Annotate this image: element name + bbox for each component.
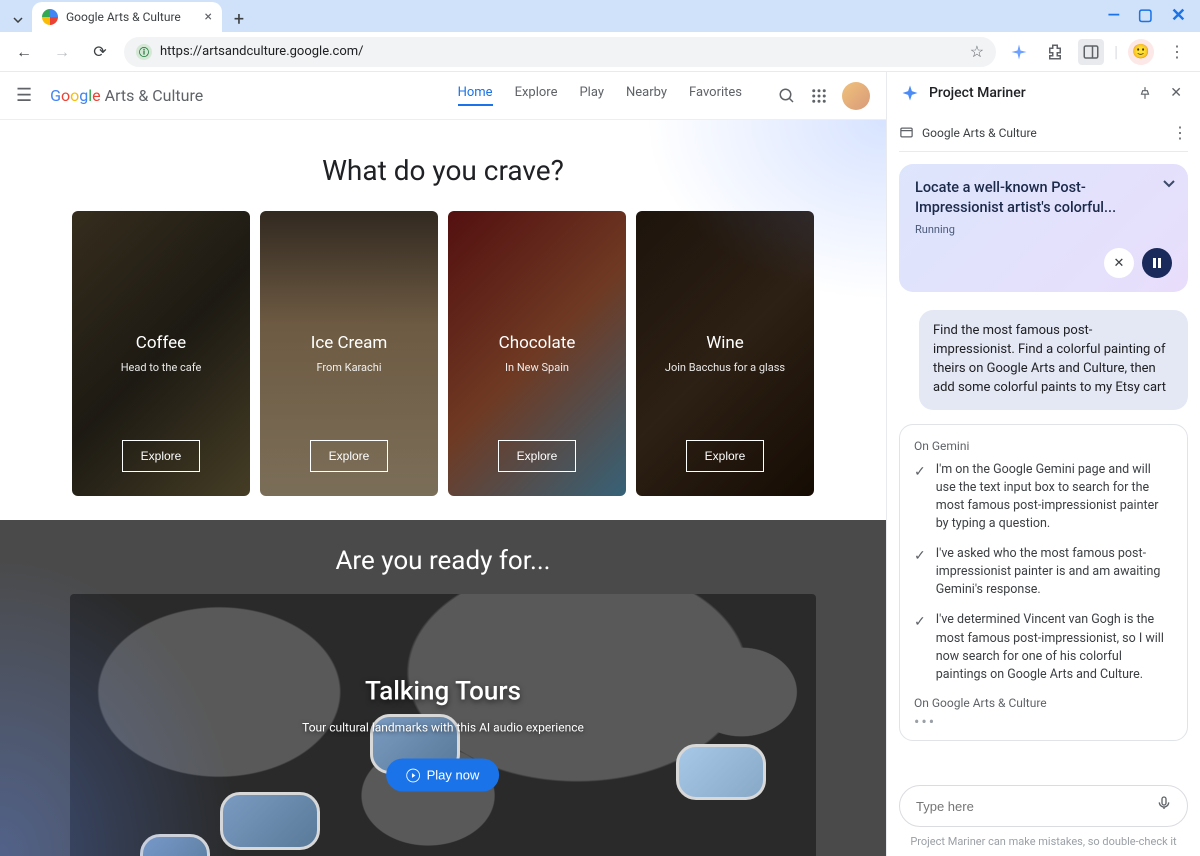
card-title: Chocolate [499,333,576,353]
context-label: Google Arts & Culture [922,126,1037,140]
close-tab-icon[interactable]: × [205,9,212,25]
card-subtitle: Join Bacchus for a glass [665,361,785,374]
step-item: ✓ I've determined Vincent van Gogh is th… [914,611,1173,684]
tab-title: Google Arts & Culture [66,10,181,24]
explore-button[interactable]: Explore [498,440,577,472]
tour-title: Talking Tours [302,677,584,707]
pause-task-button[interactable] [1142,248,1172,278]
apps-icon[interactable] [810,87,828,105]
card-coffee[interactable]: Coffee Head to the cafe Explore [72,211,250,496]
maximize-icon[interactable]: ▢ [1138,5,1153,26]
close-sidepanel-icon[interactable]: ✕ [1166,81,1186,105]
chrome-menu-icon[interactable]: ⋮ [1164,39,1190,65]
step-section-label: On Google Arts & Culture [914,696,1173,710]
play-icon [407,768,421,782]
cancel-task-button[interactable]: ✕ [1104,248,1134,278]
step-item: ✓ I've asked who the most famous post-im… [914,545,1173,599]
nav-home[interactable]: Home [458,85,493,106]
expand-task-icon[interactable] [1162,178,1176,188]
site-info-icon[interactable]: ⓘ [136,44,152,60]
section-title-ready: Are you ready for... [0,520,886,594]
nav-favorites[interactable]: Favorites [689,85,742,106]
url-bar[interactable]: ⓘ https://artsandculture.google.com/ ☆ [124,37,996,67]
check-icon: ✓ [914,462,926,534]
pin-icon[interactable] [1134,82,1156,104]
card-title: Wine [706,333,744,353]
chat-input[interactable] [899,785,1188,827]
user-message: Find the most famous post-impressionist.… [919,310,1188,409]
card-title: Ice Cream [311,333,388,353]
account-avatar[interactable] [842,82,870,110]
card-subtitle: In New Spain [505,361,569,374]
task-card: Locate a well-known Post-Impressionist a… [899,164,1188,292]
sidepanel-toggle-icon[interactable] [1078,39,1104,65]
new-tab-button[interactable]: + [226,6,252,32]
map-pin[interactable] [220,792,320,850]
check-icon: ✓ [914,612,926,684]
tab-context-icon [899,125,914,140]
favicon-icon [42,9,58,25]
nav-nearby[interactable]: Nearby [626,85,667,106]
reload-button[interactable]: ⟳ [86,38,114,66]
minimize-icon[interactable]: — [1108,5,1120,26]
nav-play[interactable]: Play [579,85,604,106]
card-icecream[interactable]: Ice Cream From Karachi Explore [260,211,438,496]
task-title: Locate a well-known Post-Impressionist a… [915,178,1172,217]
bookmark-icon[interactable]: ☆ [970,42,984,61]
nav-explore[interactable]: Explore [515,85,558,106]
browser-tab[interactable]: Google Arts & Culture × [32,2,222,32]
forward-button[interactable]: → [48,38,76,66]
explore-button[interactable]: Explore [310,440,389,472]
pause-icon [1152,257,1162,269]
search-icon[interactable] [778,87,796,105]
url-text: https://artsandculture.google.com/ [160,44,364,59]
step-section-label: On Gemini [914,439,1173,453]
close-window-icon[interactable]: ✕ [1171,5,1186,26]
card-title: Coffee [136,333,186,353]
mariner-sidepanel: Project Mariner ✕ Google Arts & Culture … [886,72,1200,856]
disclaimer-text: Project Mariner can make mistakes, so do… [887,831,1200,856]
card-subtitle: Head to the cafe [121,361,202,374]
loading-dots-icon: ••• [914,718,1173,726]
steps-card: On Gemini ✓ I'm on the Google Gemini pag… [899,424,1188,741]
map-canvas[interactable]: Talking Tours Talking Tours Tour cultura… [70,594,816,856]
back-button[interactable]: ← [10,38,38,66]
play-now-button[interactable]: Play now [387,759,500,792]
extensions-icon[interactable] [1042,39,1068,65]
step-item: ✓ I'm on the Google Gemini page and will… [914,461,1173,534]
profile-avatar[interactable]: 🙂 [1128,39,1154,65]
explore-button[interactable]: Explore [686,440,765,472]
site-logo[interactable]: Google Arts & Culture [50,86,203,105]
gemini-extension-icon[interactable] [1006,39,1032,65]
explore-button[interactable]: Explore [122,440,201,472]
task-status: Running [915,223,1172,236]
card-subtitle: From Karachi [316,361,381,374]
mic-icon[interactable] [1156,795,1172,811]
context-menu-icon[interactable]: ⋮ [1172,123,1188,142]
card-chocolate[interactable]: Chocolate In New Spain Explore [448,211,626,496]
map-pin[interactable] [140,834,210,856]
sidepanel-title: Project Mariner [929,85,1124,101]
mariner-logo-icon [901,84,919,102]
tour-subtitle: Tour cultural landmarks with this AI aud… [302,721,584,735]
tab-search-dropdown[interactable] [8,8,28,32]
map-pin[interactable] [676,744,766,800]
section-title-crave: What do you crave? [0,120,886,211]
menu-icon[interactable]: ☰ [16,85,32,106]
card-wine[interactable]: Wine Join Bacchus for a glass Explore [636,211,814,496]
check-icon: ✓ [914,546,926,599]
